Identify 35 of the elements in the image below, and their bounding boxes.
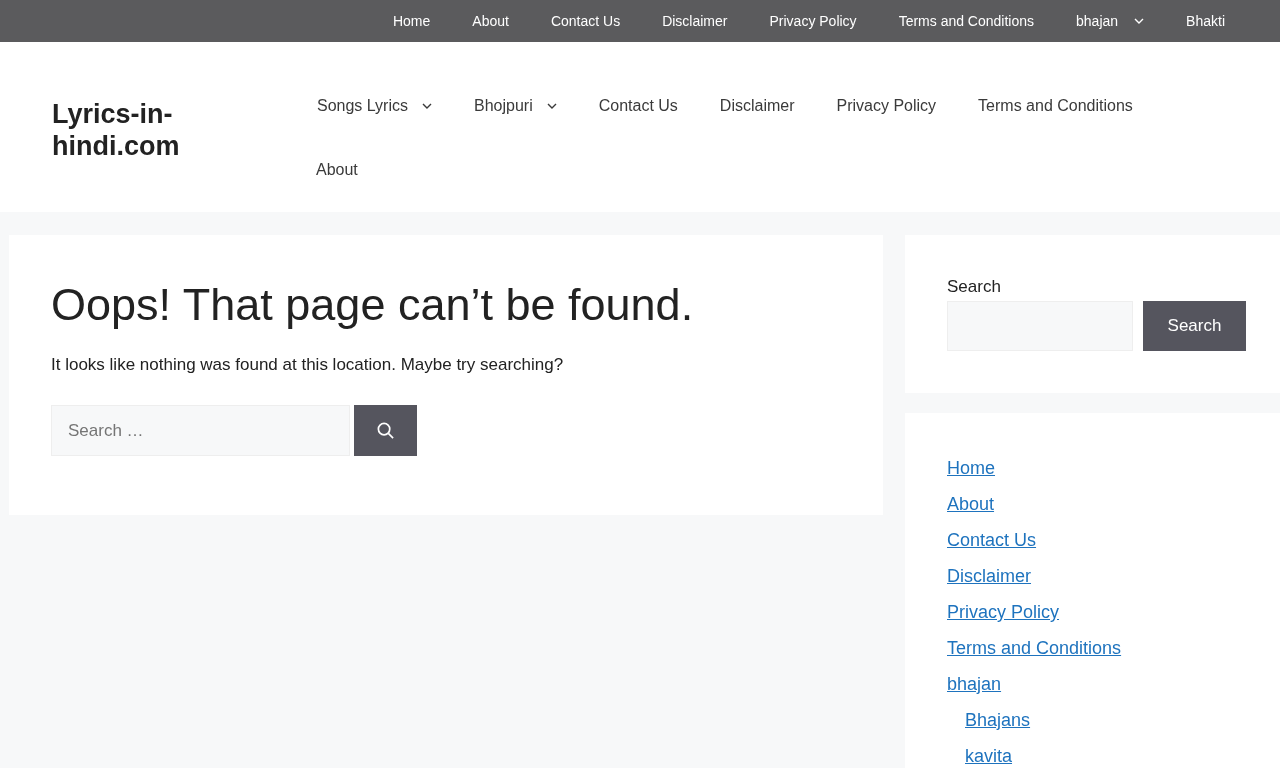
nav-item[interactable]: Disclaimer [698, 74, 816, 138]
page-link[interactable]: Home [947, 457, 995, 479]
page-link[interactable]: About [947, 493, 995, 515]
search-button[interactable] [354, 405, 417, 456]
nav-item[interactable]: Terms and Conditions [957, 74, 1154, 138]
top-menu-item[interactable]: Terms and Conditions [877, 13, 1056, 29]
page-link[interactable]: kavita [965, 745, 1013, 767]
nav-item[interactable]: About [295, 138, 379, 202]
site-title[interactable]: Lyrics-in-hindi.com [52, 98, 242, 162]
page-link[interactable]: bhajan [947, 673, 1002, 695]
page-link[interactable]: Bhajans [965, 709, 1031, 731]
search-icon [376, 421, 395, 440]
top-menu-item[interactable]: Contact Us [529, 13, 642, 29]
top-menu-item[interactable]: Bhakti [1165, 13, 1246, 29]
search-button[interactable]: Search [1143, 301, 1246, 351]
page-link[interactable]: Privacy Policy [947, 601, 1060, 623]
nav-item[interactable]: Contact Us [577, 74, 699, 138]
page-link[interactable]: Disclaimer [947, 565, 1031, 587]
top-menu-item[interactable]: bhajan [1055, 13, 1166, 29]
message-text: It looks like nothing was found at this location. Maybe try searching? [51, 355, 565, 375]
nav-item[interactable]: Songs Lyrics [295, 74, 453, 138]
top-menu-item[interactable]: Home [371, 13, 452, 29]
search-field[interactable]: Search … [51, 405, 350, 456]
nav-item[interactable]: Privacy Policy [815, 74, 958, 138]
caret-icon [422, 103, 432, 109]
top-menu-item[interactable]: About [451, 13, 530, 29]
search-label: Search [947, 277, 1002, 297]
caret-icon [546, 103, 557, 109]
page-link[interactable]: Terms and Conditions [947, 637, 1122, 659]
top-menu-item[interactable]: Disclaimer [641, 13, 749, 29]
nav-item[interactable]: Bhojpuri [453, 74, 578, 138]
top-menu-item[interactable]: Privacy Policy [748, 13, 878, 29]
caret-icon [1134, 18, 1145, 24]
page-link[interactable]: Contact Us [947, 529, 1037, 551]
page-heading: Oops! That page can’t be found. [51, 278, 695, 332]
